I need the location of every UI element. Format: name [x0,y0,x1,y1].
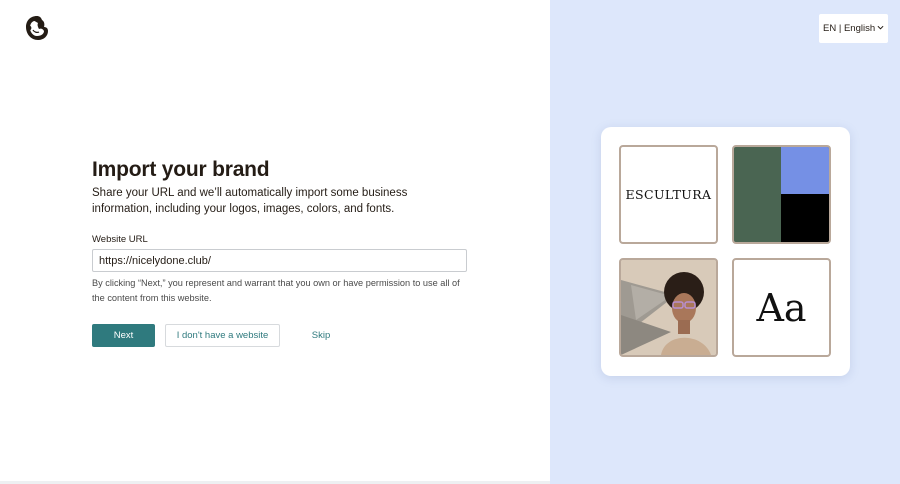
website-url-label: Website URL [92,234,148,245]
next-button[interactable]: Next [92,324,155,347]
mailchimp-freddie-logo-icon[interactable] [22,13,52,43]
color-swatch-black [781,194,829,242]
font-sample-tile: Aa [732,258,831,357]
skip-link[interactable]: Skip [306,324,336,347]
no-website-button[interactable]: I don't have a website [165,324,280,347]
permission-disclaimer: By clicking “Next,” you represent and wa… [92,278,460,303]
page-description: Share your URL and we’ll automatically i… [92,187,408,215]
color-swatch-blue [781,147,829,195]
brand-preview-card: ESCULTURA Aa [601,127,850,376]
logo-tile: ESCULTURA [619,145,718,244]
font-sample-text: Aa [756,285,807,330]
website-url-input[interactable] [92,249,467,272]
form-panel: Import your brand Share your URL and we’… [0,0,550,484]
brand-preview-panel: ESCULTURA Aa [550,0,900,484]
logo-wordmark: ESCULTURA [625,187,712,202]
chevron-down-icon [877,25,884,30]
language-selector[interactable]: EN | English [819,14,888,43]
image-tile [619,258,718,357]
language-label: EN | English [823,23,876,34]
page-title: Import your brand [92,158,270,181]
color-palette-tile [732,145,831,244]
portrait-image [621,260,716,355]
